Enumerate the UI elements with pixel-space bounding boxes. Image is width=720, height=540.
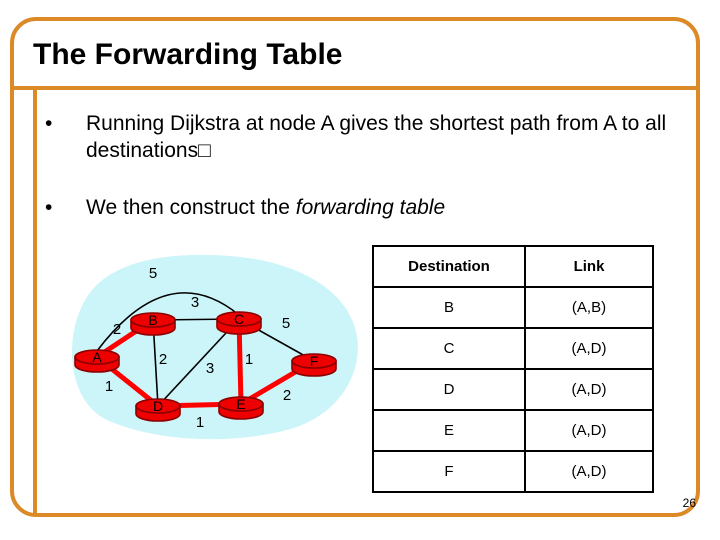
bullet-marker-icon: •	[45, 112, 53, 135]
slide-frame-inner-rule	[33, 88, 37, 514]
table-row: E (A,D)	[372, 409, 654, 452]
table-row: C (A,D)	[372, 327, 654, 370]
column-header-destination: Destination	[372, 245, 526, 288]
edge-weight-c-f: 5	[282, 315, 290, 332]
node-label: A	[92, 349, 102, 365]
table-row: D (A,D)	[372, 368, 654, 411]
table-header-row: Destination Link	[372, 245, 654, 288]
edge-weight-a-c: 5	[149, 265, 157, 282]
forwarding-table: Destination Link B (A,B) C (A,D) D (A,D) E (A,D…	[372, 245, 654, 493]
graph-node-f[interactable]: F	[291, 353, 337, 377]
bullet-item-1: • Running Dijkstra at node A gives the s…	[40, 110, 670, 164]
cell-destination: F	[372, 450, 526, 493]
cell-destination: C	[372, 327, 526, 370]
bullet-text-2-plain: We then construct the	[86, 196, 296, 219]
network-graph-svg: A B C D E F 2 1 5 3 2 3 1 5 1 2	[71, 254, 358, 440]
edge-weight-b-c: 3	[191, 294, 199, 311]
cell-link: (A,B)	[524, 286, 654, 329]
cell-link: (A,D)	[524, 450, 654, 493]
edge-weight-c-e: 1	[245, 351, 253, 368]
cell-destination: E	[372, 409, 526, 452]
cell-destination: B	[372, 286, 526, 329]
bullet-text-1: Running Dijkstra at node A gives the sho…	[86, 112, 667, 162]
page-title: The Forwarding Table	[33, 38, 343, 71]
edge-weight-b-d: 2	[159, 351, 167, 368]
bullet-item-2: • We then construct the forwarding table	[40, 194, 670, 221]
page-number: 26	[682, 496, 696, 510]
bullet-marker-icon: •	[45, 196, 53, 219]
slide-title-divider	[10, 86, 700, 90]
graph-node-e[interactable]: E	[218, 396, 264, 420]
cell-link: (A,D)	[524, 327, 654, 370]
graph-node-a[interactable]: A	[74, 349, 120, 373]
table-row: B (A,B)	[372, 286, 654, 329]
node-label: F	[310, 353, 319, 369]
graph-node-c[interactable]: C	[216, 311, 262, 335]
bullet-text-2-emphasis: forwarding table	[295, 196, 446, 219]
graph-node-b[interactable]: B	[130, 312, 176, 336]
table-row: F (A,D)	[372, 450, 654, 493]
cell-link: (A,D)	[524, 409, 654, 452]
edge-weight-e-f: 2	[283, 387, 291, 404]
frame-left-mask	[0, 90, 10, 514]
bullet-list: • Running Dijkstra at node A gives the s…	[40, 110, 670, 221]
cell-link: (A,D)	[524, 368, 654, 411]
node-label: C	[234, 311, 244, 327]
node-label: D	[153, 398, 163, 414]
edge-weight-a-b: 2	[113, 321, 121, 338]
edge-weight-d-e: 1	[196, 414, 204, 431]
edge-weight-c-d: 3	[206, 360, 214, 377]
node-label: E	[236, 396, 245, 412]
graph-node-d[interactable]: D	[135, 398, 181, 422]
network-graph-diagram: A B C D E F 2 1 5 3 2 3 1 5 1 2	[55, 250, 365, 440]
edge-weight-a-d: 1	[105, 378, 113, 395]
column-header-link: Link	[524, 245, 654, 288]
cell-destination: D	[372, 368, 526, 411]
node-label: B	[148, 312, 157, 328]
